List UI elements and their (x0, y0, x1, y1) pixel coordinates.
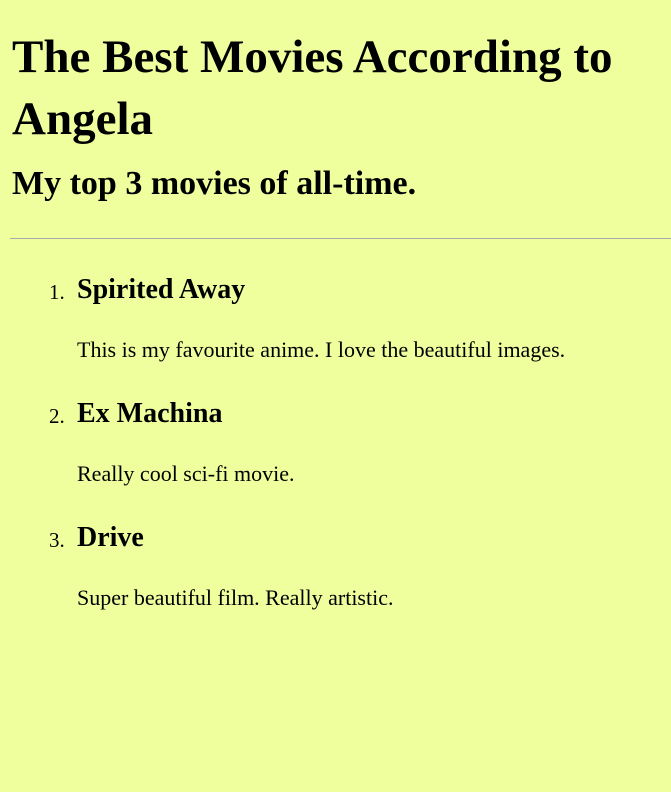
list-item-number: 1. (49, 280, 65, 304)
movie-list: 1. Spirited Away This is my favourite an… (12, 274, 671, 612)
movie-description: Really cool sci-fi movie. (77, 461, 295, 486)
movie-title: Spirited Away (77, 274, 246, 305)
movie-title: Ex Machina (77, 398, 223, 429)
list-item-number: 2. (49, 404, 65, 428)
list-item: 3. Drive Super beautiful film. Really ar… (12, 522, 671, 612)
page-title: The Best Movies According to Angela (12, 31, 613, 145)
movie-description: This is my favourite anime. I love the b… (77, 337, 566, 362)
movie-title: Drive (77, 522, 144, 553)
list-item: 1. Spirited Away This is my favourite an… (12, 274, 671, 364)
list-item: 2. Ex Machina Really cool sci-fi movie. (12, 398, 671, 488)
list-item-number: 3. (49, 528, 65, 552)
divider (10, 238, 671, 239)
movie-description: Super beautiful film. Really artistic. (77, 585, 394, 610)
page-subtitle: My top 3 movies of all-time. (12, 165, 417, 202)
